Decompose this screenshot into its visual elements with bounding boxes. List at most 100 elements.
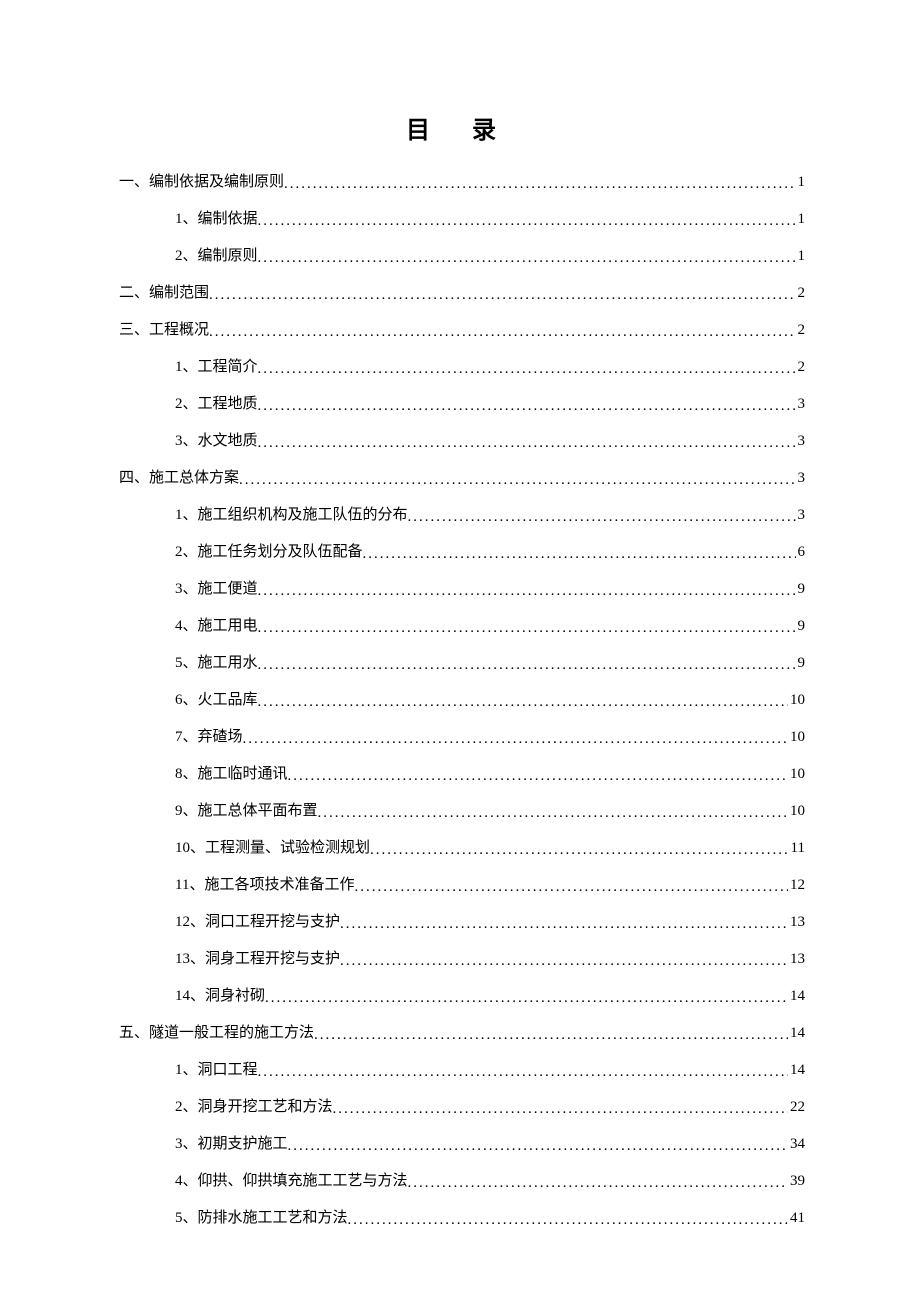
- toc-entry: 12、洞口工程开挖与支护 13: [115, 915, 805, 952]
- toc-entry-label: 11、施工各项技术准备工作: [175, 878, 354, 893]
- toc-entry-label: 3、初期支护施工: [175, 1137, 288, 1152]
- toc-entry: 5、施工用水 9: [115, 656, 805, 693]
- toc-leader-dots: [258, 436, 796, 451]
- toc-entry-label: 3、施工便道: [175, 582, 258, 597]
- toc-entry-page: 10: [788, 693, 805, 708]
- toc-leader-dots: [239, 473, 795, 488]
- toc-entry: 1、工程简介 2: [115, 360, 805, 397]
- toc-entry-label: 6、火工品库: [175, 693, 258, 708]
- toc-leader-dots: [318, 806, 788, 821]
- toc-entry: 14、洞身衬砌 14: [115, 989, 805, 1026]
- toc-entry-label: 2、施工任务划分及队伍配备: [175, 545, 363, 560]
- toc-leader-dots: [288, 769, 788, 784]
- toc-entry: 2、编制原则 1: [115, 249, 805, 286]
- toc-leader-dots: [209, 288, 795, 303]
- toc-entry-label: 四、施工总体方案: [119, 471, 239, 486]
- toc-entry-page: 3: [796, 397, 806, 412]
- toc-entry-page: 41: [788, 1211, 805, 1226]
- toc-entry-page: 1: [796, 249, 806, 264]
- toc-entry-label: 5、施工用水: [175, 656, 258, 671]
- toc-entry-page: 1: [796, 212, 806, 227]
- toc-entry-label: 一、编制依据及编制原则: [119, 175, 284, 190]
- toc-entry-page: 11: [789, 841, 805, 856]
- toc-entry-label: 4、施工用电: [175, 619, 258, 634]
- toc-entry: 3、施工便道 9: [115, 582, 805, 619]
- toc-leader-dots: [408, 510, 796, 525]
- toc-entry-page: 14: [788, 1026, 805, 1041]
- toc-entry: 5、防排水施工工艺和方法 41: [115, 1211, 805, 1248]
- toc-entry-label: 10、工程测量、试验检测规划: [175, 841, 370, 856]
- toc-entry: 四、施工总体方案 3: [115, 471, 805, 508]
- toc-entry: 1、编制依据 1: [115, 212, 805, 249]
- toc-leader-dots: [243, 732, 788, 747]
- toc-entry-label: 2、工程地质: [175, 397, 258, 412]
- toc-entry-page: 2: [796, 360, 806, 375]
- toc-entry-label: 2、洞身开挖工艺和方法: [175, 1100, 333, 1115]
- toc-leader-dots: [258, 1065, 788, 1080]
- toc-entry: 4、施工用电 9: [115, 619, 805, 656]
- toc-entry-page: 3: [796, 471, 806, 486]
- toc-entry-label: 1、施工组织机构及施工队伍的分布: [175, 508, 408, 523]
- toc-entry: 8、施工临时通讯 10: [115, 767, 805, 804]
- toc-entry-page: 1: [796, 175, 806, 190]
- toc-leader-dots: [408, 1176, 788, 1191]
- toc-leader-dots: [258, 362, 796, 377]
- toc-leader-dots: [258, 658, 796, 673]
- toc-leader-dots: [258, 399, 796, 414]
- toc-entry-page: 10: [788, 730, 805, 745]
- toc-leader-dots: [333, 1102, 788, 1117]
- toc-entry-page: 9: [796, 656, 806, 671]
- toc-entry-label: 13、洞身工程开挖与支护: [175, 952, 340, 967]
- toc-entry-label: 7、弃碴场: [175, 730, 243, 745]
- toc-entry-page: 13: [788, 915, 805, 930]
- toc-leader-dots: [348, 1213, 788, 1228]
- toc-entry: 9、施工总体平面布置 10: [115, 804, 805, 841]
- toc-entry-label: 3、水文地质: [175, 434, 258, 449]
- toc-entry: 3、初期支护施工 34: [115, 1137, 805, 1174]
- toc-entry-label: 二、编制范围: [119, 286, 209, 301]
- toc-entry-page: 14: [788, 1063, 805, 1078]
- toc-leader-dots: [340, 954, 788, 969]
- toc-leader-dots: [363, 547, 796, 562]
- toc-entry-label: 9、施工总体平面布置: [175, 804, 318, 819]
- toc-leader-dots: [258, 214, 796, 229]
- toc-entry: 2、洞身开挖工艺和方法 22: [115, 1100, 805, 1137]
- toc-entry: 1、洞口工程 14: [115, 1063, 805, 1100]
- toc-entry-page: 39: [788, 1174, 805, 1189]
- toc-entry-label: 1、编制依据: [175, 212, 258, 227]
- toc-entry: 2、施工任务划分及队伍配备 6: [115, 545, 805, 582]
- toc-leader-dots: [370, 843, 789, 858]
- toc-entry: 4、仰拱、仰拱填充施工工艺与方法 39: [115, 1174, 805, 1211]
- toc-entry-page: 12: [788, 878, 805, 893]
- toc-entry: 五、隧道一般工程的施工方法 14: [115, 1026, 805, 1063]
- toc-entry-label: 五、隧道一般工程的施工方法: [119, 1026, 314, 1041]
- toc-leader-dots: [209, 325, 795, 340]
- toc-leader-dots: [284, 177, 795, 192]
- page-content: 目 录 一、编制依据及编制原则 11、编制依据 12、编制原则 1二、编制范围 …: [0, 0, 920, 1308]
- toc-entry-page: 14: [788, 989, 805, 1004]
- toc-entry: 7、弃碴场 10: [115, 730, 805, 767]
- toc-entry-label: 12、洞口工程开挖与支护: [175, 915, 340, 930]
- toc-entry-page: 6: [796, 545, 806, 560]
- toc-entry-label: 1、洞口工程: [175, 1063, 258, 1078]
- toc-leader-dots: [258, 584, 796, 599]
- toc-entry-page: 2: [796, 323, 806, 338]
- toc-entry: 3、水文地质 3: [115, 434, 805, 471]
- toc-entry-page: 10: [788, 767, 805, 782]
- toc-entry: 二、编制范围 2: [115, 286, 805, 323]
- toc-entry-page: 9: [796, 582, 806, 597]
- toc-entry-label: 8、施工临时通讯: [175, 767, 288, 782]
- toc-entry: 2、工程地质 3: [115, 397, 805, 434]
- toc-leader-dots: [258, 695, 788, 710]
- toc-entry-label: 14、洞身衬砌: [175, 989, 265, 1004]
- toc-entry: 13、洞身工程开挖与支护 13: [115, 952, 805, 989]
- toc-leader-dots: [340, 917, 788, 932]
- toc-entry-page: 2: [796, 286, 806, 301]
- toc-entry: 1、施工组织机构及施工队伍的分布 3: [115, 508, 805, 545]
- toc-entry-page: 9: [796, 619, 806, 634]
- toc-entry-label: 1、工程简介: [175, 360, 258, 375]
- toc-entry-label: 5、防排水施工工艺和方法: [175, 1211, 348, 1226]
- toc-list: 一、编制依据及编制原则 11、编制依据 12、编制原则 1二、编制范围 2三、工…: [115, 175, 805, 1248]
- toc-entry: 一、编制依据及编制原则 1: [115, 175, 805, 212]
- toc-entry-page: 34: [788, 1137, 805, 1152]
